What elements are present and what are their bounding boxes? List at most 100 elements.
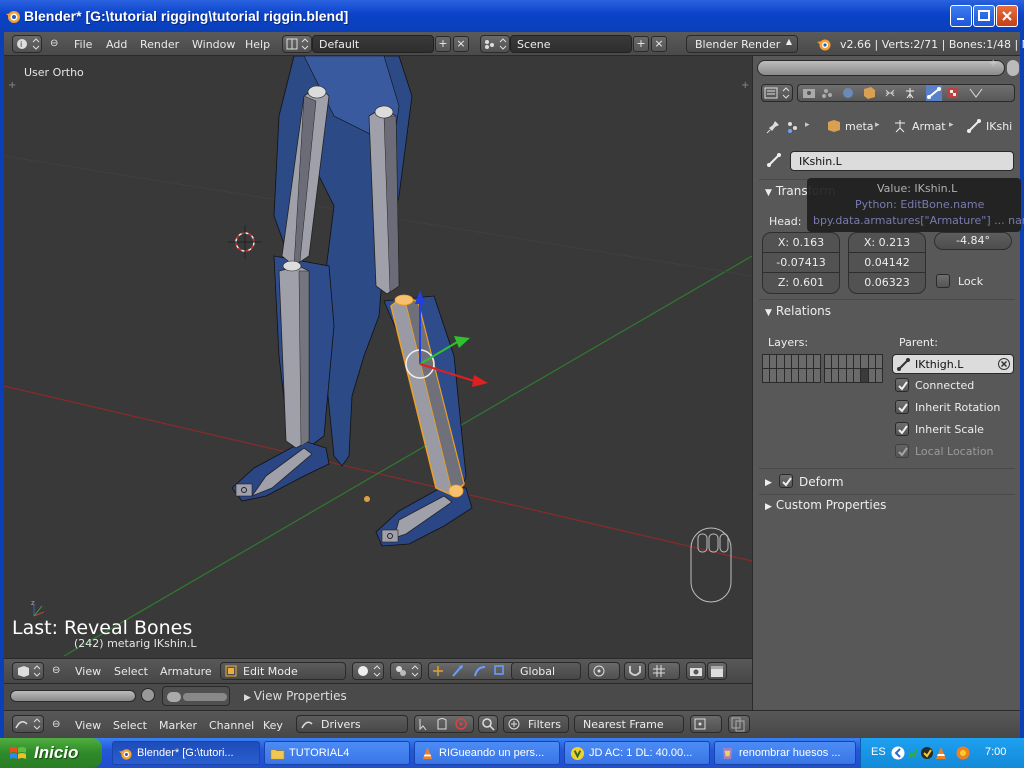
language-indicator[interactable]: ES	[871, 746, 886, 758]
screen-layout-name[interactable]: Default	[312, 35, 434, 53]
drv-menu-key[interactable]: Key	[263, 719, 283, 732]
properties-editor-type[interactable]	[761, 84, 793, 102]
start-label: Inicio	[34, 743, 79, 762]
menu-file[interactable]: File	[74, 38, 92, 51]
vp-menu-view[interactable]: View	[75, 665, 101, 678]
bone-name-field[interactable]: IKshin.L	[790, 151, 1014, 171]
filters-button[interactable]: Filters	[503, 715, 569, 733]
head-z-field[interactable]: Z: 0.601	[763, 273, 839, 293]
region-toggle-right[interactable]: +	[741, 80, 749, 91]
taskbar-item-folder[interactable]: TUTORIAL4	[264, 741, 410, 765]
drv-menu-view[interactable]: View	[75, 719, 101, 732]
pivot-dropdown[interactable]	[690, 715, 722, 733]
viewport-scene[interactable]: z + +	[4, 56, 752, 658]
tail-y-field[interactable]: 0.04142	[849, 253, 925, 273]
drivers-header: ⊖ View Select Marker Channel Key Drivers…	[4, 710, 1020, 738]
add-scene-button[interactable]: +	[633, 36, 649, 52]
layers-dropdown[interactable]	[588, 662, 620, 680]
collapse-menus-icon[interactable]: ⊖	[52, 719, 60, 730]
taskbar-item-vlc[interactable]: RIGueando un pers...	[414, 741, 560, 765]
folder-icon	[270, 749, 285, 760]
properties-scroll-handle[interactable]	[1007, 60, 1019, 76]
menu-add[interactable]: Add	[106, 38, 127, 51]
head-x-field[interactable]: X: 0.163	[763, 233, 839, 253]
clear-parent-icon[interactable]	[998, 358, 1010, 370]
drv-menu-select[interactable]: Select	[113, 719, 147, 732]
viewport-editor-type[interactable]	[12, 662, 44, 680]
menu-window[interactable]: Window	[192, 38, 235, 51]
auto-snap-label: Nearest Frame	[583, 718, 664, 731]
x-axis-arrow[interactable]	[472, 375, 488, 387]
drv-menu-channel[interactable]: Channel	[209, 719, 254, 732]
minimize-button[interactable]	[950, 5, 972, 27]
taskbar-item-jdownloader[interactable]: JD AC: 1 DL: 40.00...	[564, 741, 710, 765]
taskbar-item-browser[interactable]: renombrar huesos ...	[714, 741, 856, 765]
transform-orientation-dropdown[interactable]: Global	[511, 662, 581, 680]
add-screen-button[interactable]: +	[435, 36, 451, 52]
drv-menu-marker[interactable]: Marker	[159, 719, 197, 732]
scene-selector[interactable]	[480, 35, 510, 53]
editor-type-button[interactable]: i	[12, 35, 42, 53]
timeline-scrollbar[interactable]	[10, 690, 136, 702]
blender-icon	[118, 749, 132, 760]
collapse-triangle-icon: ▶	[765, 502, 772, 512]
deform-checkbox[interactable]	[779, 474, 793, 488]
local-location-checkbox[interactable]	[895, 444, 909, 458]
viewport-shading-dropdown[interactable]	[352, 662, 384, 680]
3d-viewport[interactable]: z + + User Ortho Last: Reveal Bones (242…	[4, 56, 752, 658]
start-button[interactable]: Inicio	[0, 738, 102, 768]
graph-mode-dropdown[interactable]: Drivers	[296, 715, 408, 733]
tail-vector: X: 0.213 0.04142 0.06323	[848, 232, 926, 294]
drivers-editor-type[interactable]	[12, 715, 44, 733]
snap-toggle[interactable]	[624, 662, 646, 680]
tail-z-field[interactable]: 0.06323	[849, 273, 925, 293]
connected-checkbox[interactable]	[895, 378, 909, 392]
copy-keys-button[interactable]	[728, 715, 750, 733]
snap-element-dropdown[interactable]	[648, 662, 680, 680]
mode-dropdown[interactable]: Edit Mode	[220, 662, 346, 680]
context-tab-icons	[803, 85, 983, 101]
bone-layers-grid[interactable]	[762, 354, 886, 384]
taskbar-item-blender[interactable]: Blender* [G:\tutori...	[112, 741, 260, 765]
head-y-field[interactable]: -0.07413	[763, 253, 839, 273]
tail-x-field[interactable]: X: 0.213	[849, 233, 925, 253]
pin-icon[interactable]	[765, 119, 781, 135]
window-titlebar[interactable]: Blender* [G:\tutorial rigging\tutorial r…	[0, 0, 1024, 32]
parent-field[interactable]: IKthigh.L	[892, 354, 1014, 374]
close-window-button[interactable]	[996, 5, 1018, 27]
keyframe-toggle[interactable]	[141, 688, 155, 702]
auto-snap-dropdown[interactable]: Nearest Frame	[574, 715, 684, 733]
inherit-rotation-checkbox[interactable]	[895, 400, 909, 414]
render-engine-dropdown[interactable]: Blender Render ▲	[686, 35, 798, 53]
lock-checkbox[interactable]	[936, 274, 950, 288]
timeline-sub-scrollbar[interactable]	[162, 686, 230, 706]
maximize-button[interactable]	[973, 5, 995, 27]
collapse-menus-icon[interactable]: ⊖	[52, 665, 60, 676]
custom-properties-header[interactable]: ▶ Custom Properties	[765, 498, 1021, 520]
menu-render[interactable]: Render	[140, 38, 179, 51]
view-properties-toggle[interactable]: ▶ View Properties	[244, 689, 347, 703]
delete-screen-button[interactable]: ×	[453, 36, 469, 52]
relations-panel-header[interactable]: ▼ Relations	[765, 304, 1021, 326]
scene-name[interactable]: Scene	[510, 35, 632, 53]
properties-header-scrollbar[interactable]	[757, 60, 1005, 76]
render-opengl-button[interactable]	[686, 662, 706, 680]
render-animation-button[interactable]	[707, 662, 727, 680]
proportional-edit-icon	[593, 665, 605, 677]
pivot-point-dropdown[interactable]	[390, 662, 422, 680]
screen-layout-selector[interactable]	[282, 35, 312, 53]
vp-menu-select[interactable]: Select	[114, 665, 148, 678]
menu-help[interactable]: Help	[245, 38, 270, 51]
region-toggle-left[interactable]: +	[8, 80, 16, 91]
search-button[interactable]	[478, 715, 498, 733]
roll-field[interactable]: -4.84°	[934, 232, 1012, 250]
vp-menu-armature[interactable]: Armature	[160, 665, 212, 678]
collapse-menus-icon[interactable]: ⊖	[50, 38, 58, 49]
region-toggle[interactable]: +	[989, 58, 997, 69]
3d-cursor[interactable]	[228, 225, 262, 259]
magnet-icon	[629, 666, 641, 676]
render-engine-label: Blender Render	[695, 38, 781, 51]
delete-scene-button[interactable]: ×	[651, 36, 667, 52]
inherit-scale-checkbox[interactable]	[895, 422, 909, 436]
properties-context-tabs	[797, 84, 1015, 102]
